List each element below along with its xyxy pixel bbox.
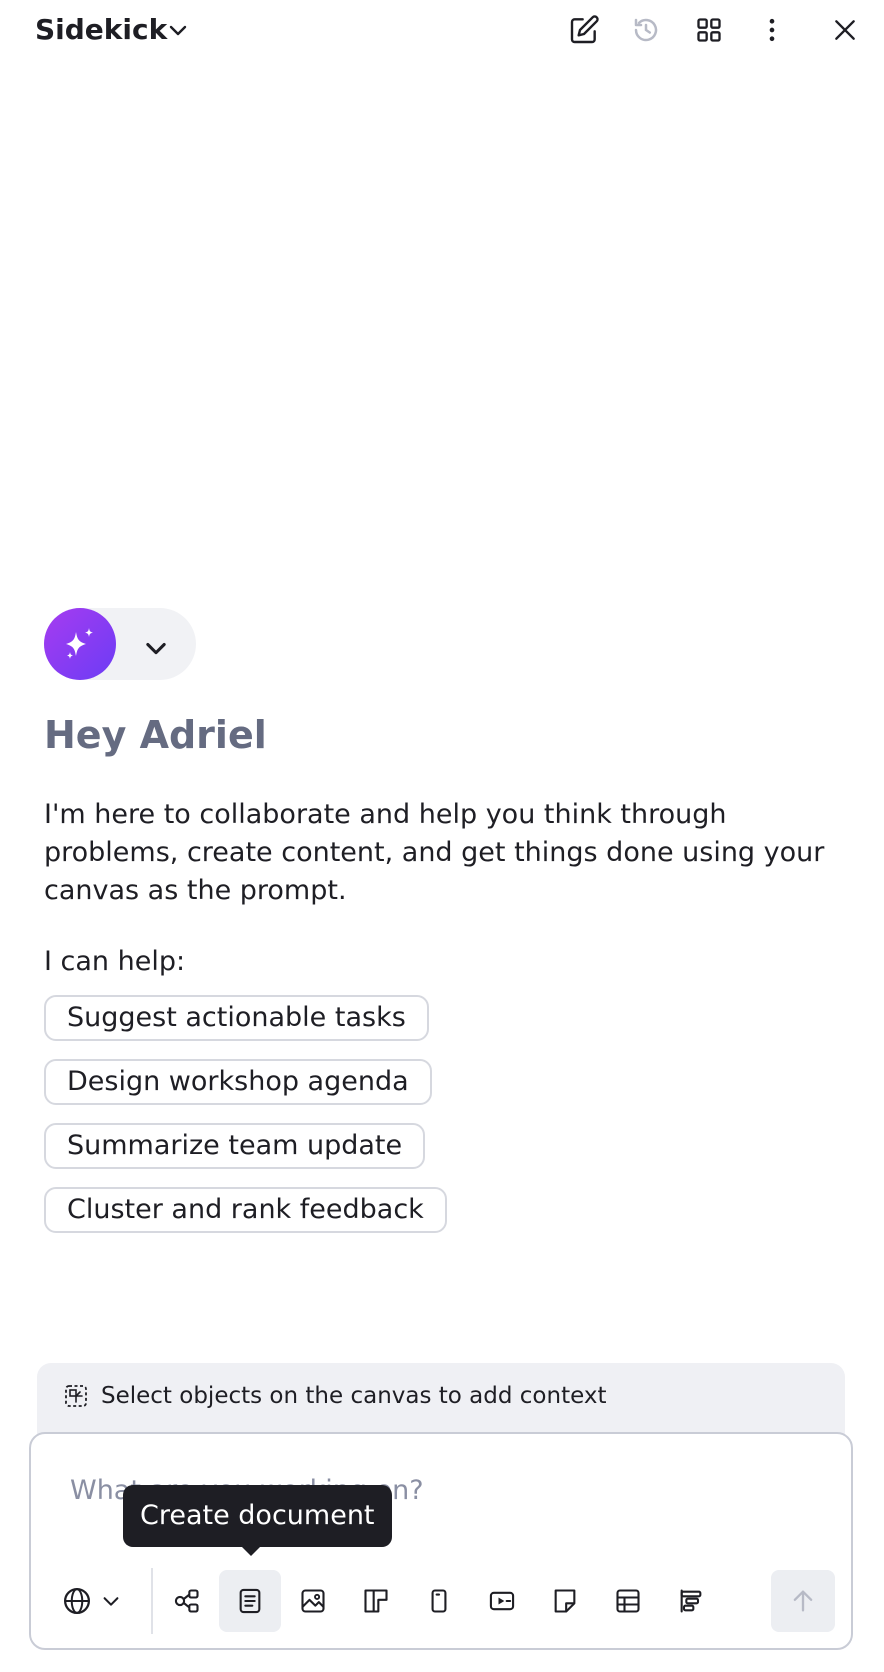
context-hint: Select objects on the canvas to add cont… xyxy=(101,1383,607,1409)
suggestion-chip[interactable]: Design workshop agenda xyxy=(44,1059,432,1105)
card-icon xyxy=(425,1587,453,1615)
close-icon xyxy=(832,17,858,43)
greeting-heading: Hey Adriel xyxy=(44,713,267,757)
suggestion-chip[interactable]: Summarize team update xyxy=(44,1123,426,1169)
suggestion-chip[interactable]: Cluster and rank feedback xyxy=(44,1187,447,1233)
create-diagram-button[interactable] xyxy=(156,1570,218,1632)
new-chat-button[interactable] xyxy=(564,10,604,50)
create-image-button[interactable] xyxy=(282,1570,344,1632)
grid-icon xyxy=(695,16,723,44)
create-kanban-button[interactable] xyxy=(345,1570,407,1632)
arrow-up-icon xyxy=(789,1587,817,1615)
create-sticky-note-button[interactable] xyxy=(534,1570,596,1632)
more-button[interactable] xyxy=(752,10,792,50)
apps-button[interactable] xyxy=(689,10,729,50)
table-icon xyxy=(614,1587,642,1615)
diagram-icon xyxy=(173,1587,201,1615)
select-objects-icon xyxy=(64,1384,88,1408)
kanban-icon xyxy=(362,1587,390,1615)
history-icon xyxy=(631,15,661,45)
toolbar-divider xyxy=(151,1568,153,1634)
create-card-button[interactable] xyxy=(408,1570,470,1632)
chevron-down-icon xyxy=(100,1590,122,1612)
slide-icon xyxy=(488,1587,516,1615)
tooltip: Create document xyxy=(123,1485,392,1547)
chevron-down-icon[interactable] xyxy=(142,634,170,662)
timeline-icon xyxy=(677,1587,705,1615)
chevron-down-icon[interactable] xyxy=(166,18,190,42)
close-button[interactable] xyxy=(825,10,865,50)
panel-title[interactable]: Sidekick xyxy=(35,10,167,50)
create-timeline-button[interactable] xyxy=(660,1570,722,1632)
create-slide-button[interactable] xyxy=(471,1570,533,1632)
intro-text: I'm here to collaborate and help you thi… xyxy=(44,799,825,906)
send-button[interactable] xyxy=(771,1570,835,1632)
web-search-toggle[interactable] xyxy=(62,1570,132,1632)
can-help-label: I can help: xyxy=(44,946,186,977)
agent-avatar[interactable] xyxy=(44,608,116,680)
create-table-button[interactable] xyxy=(597,1570,659,1632)
edit-icon xyxy=(568,14,600,46)
globe-icon xyxy=(62,1586,92,1616)
more-vertical-icon xyxy=(758,16,786,44)
tooltip-arrow xyxy=(241,1546,261,1556)
suggestion-chip[interactable]: Suggest actionable tasks xyxy=(44,995,429,1041)
history-button[interactable] xyxy=(626,10,666,50)
image-icon xyxy=(299,1587,327,1615)
create-document-button[interactable] xyxy=(219,1570,281,1632)
document-icon xyxy=(236,1587,264,1615)
sticky-note-icon xyxy=(551,1587,579,1615)
sparkle-icon xyxy=(60,624,100,664)
